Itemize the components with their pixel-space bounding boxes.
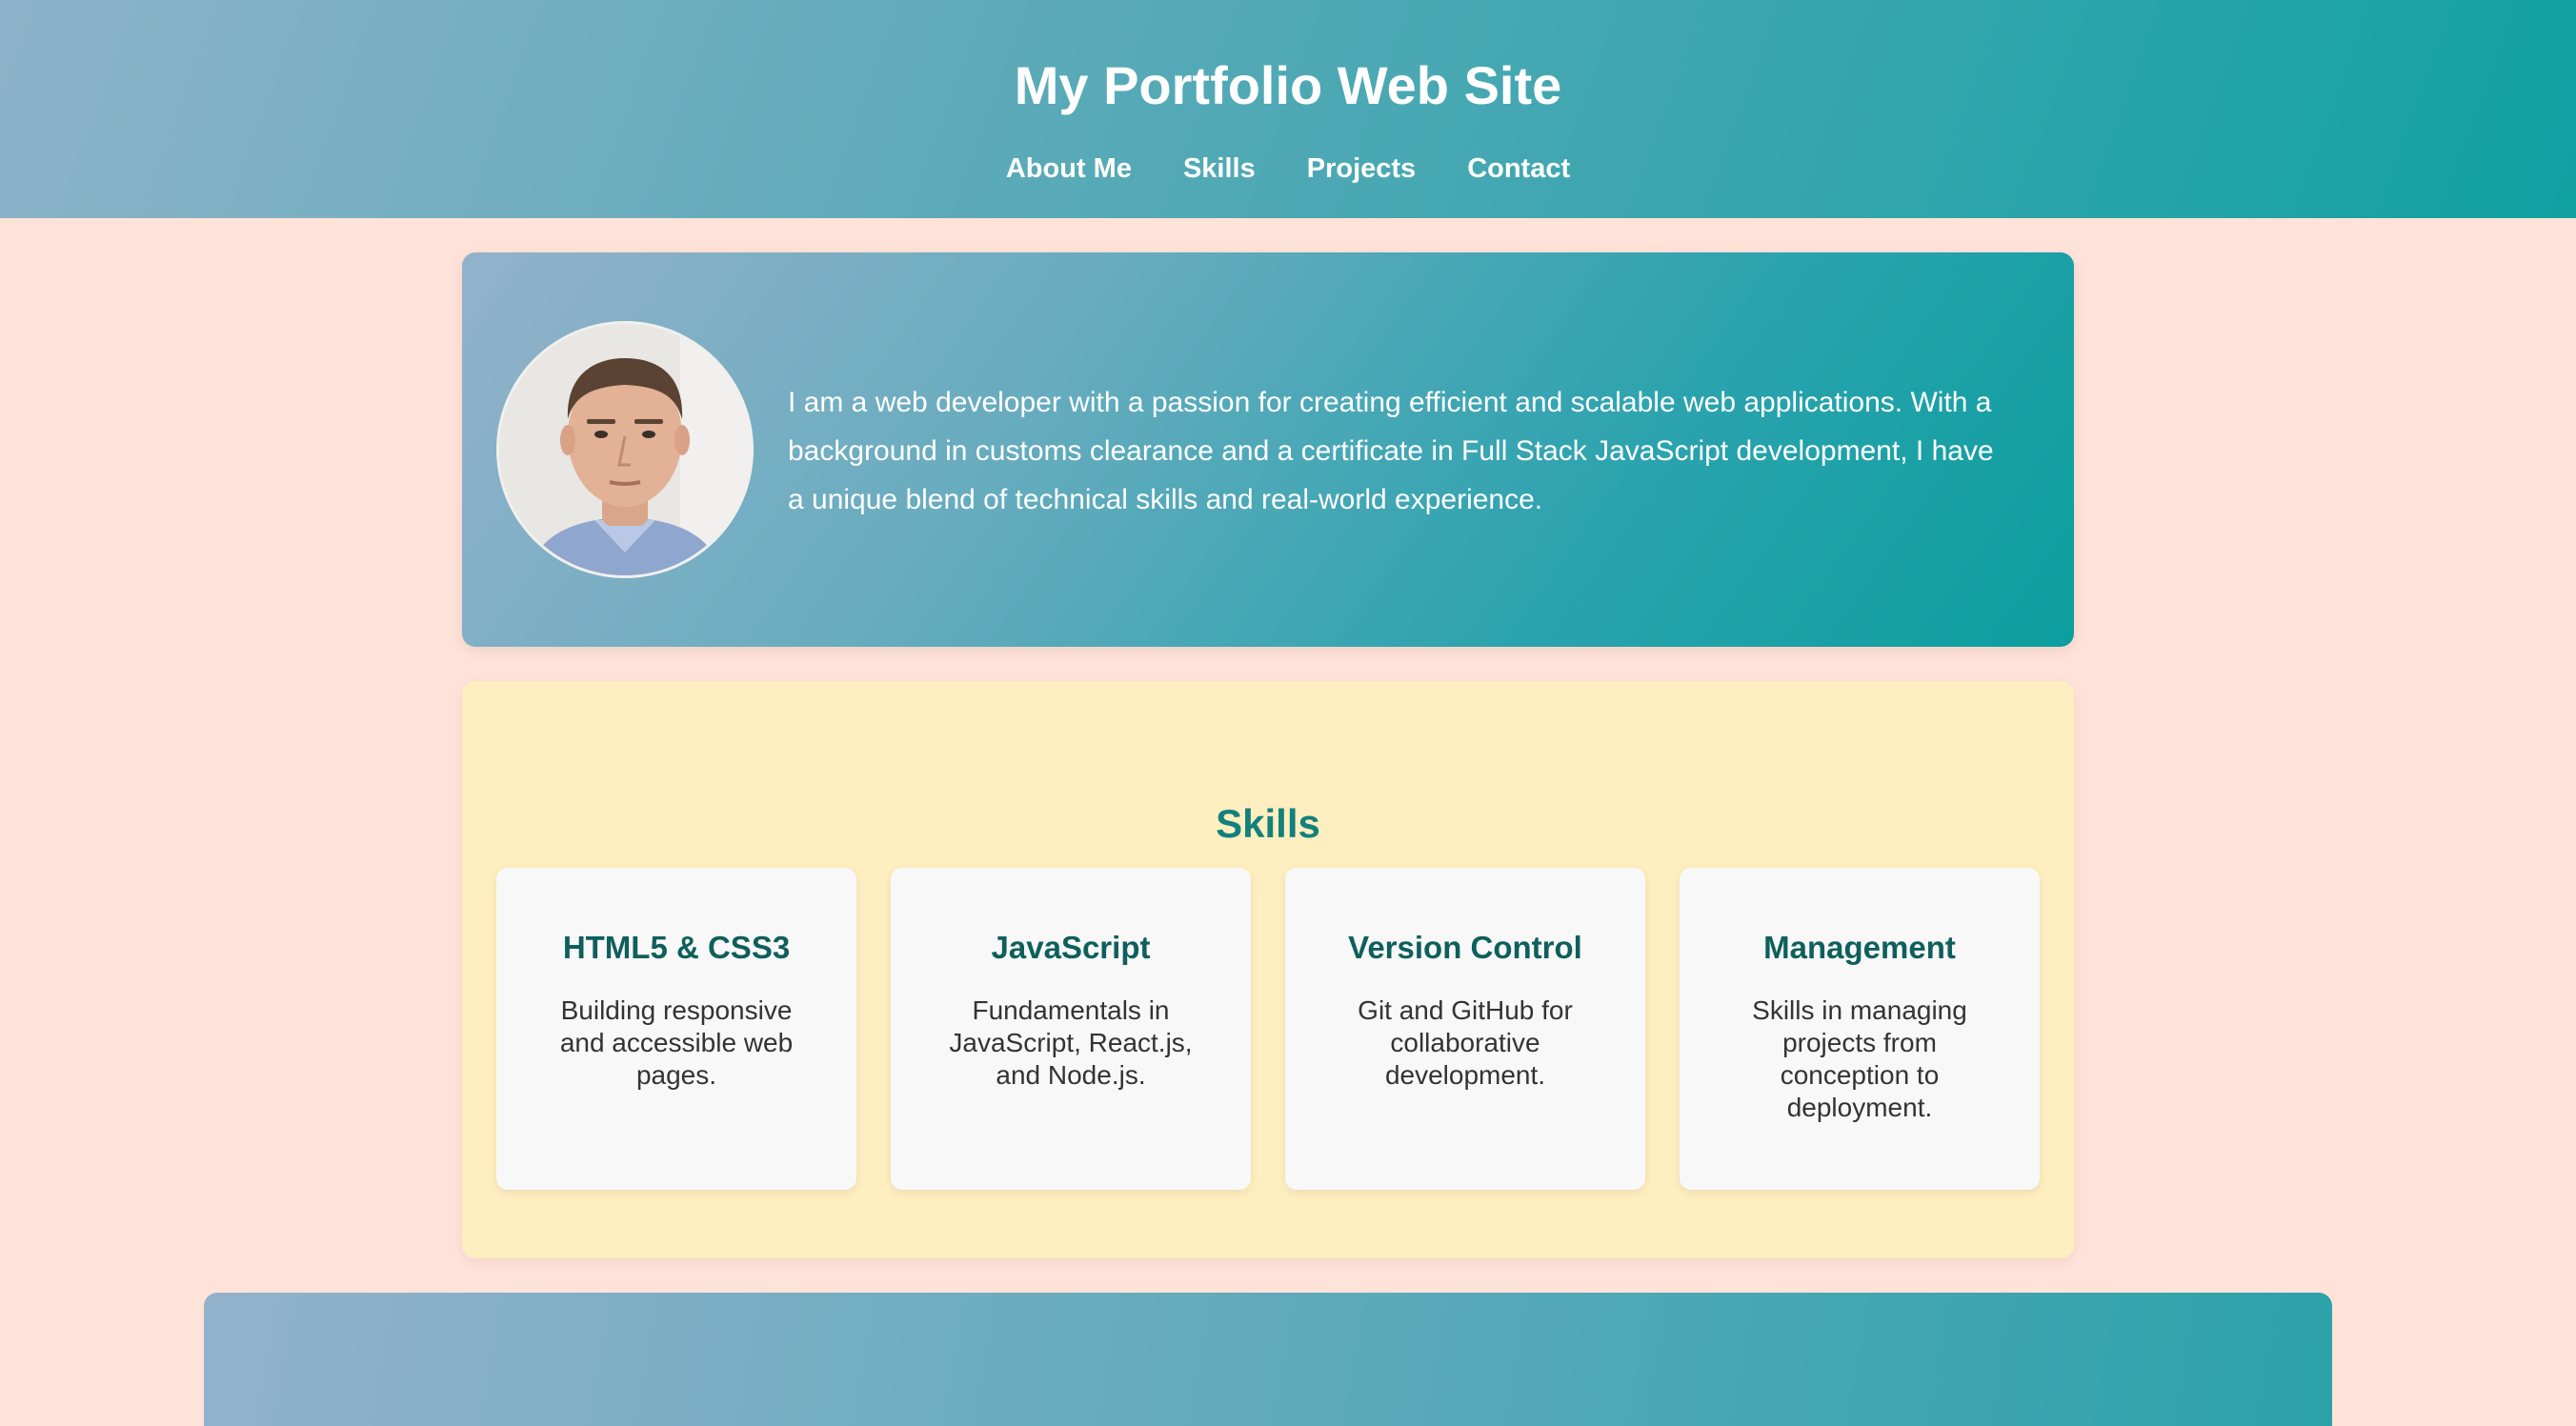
profile-photo-icon [499, 324, 751, 575]
site-title: My Portfolio Web Site [1014, 55, 1562, 115]
about-me-text: I am a web developer with a passion for … [788, 387, 1994, 515]
skill-card-management: Management Skills in managing projects f… [1680, 868, 2040, 1190]
skill-card-description: Git and GitHub for collaborative develop… [1358, 995, 1573, 1090]
skill-card-description: Fundamentals in JavaScript, React.js, an… [949, 995, 1193, 1090]
skills-heading: Skills [1216, 801, 1320, 846]
skill-card-title: JavaScript [991, 930, 1151, 965]
nav-link-about-me[interactable]: About Me [1006, 148, 1132, 190]
about-me-section: I am a web developer with a passion for … [462, 252, 2074, 647]
skill-card-title: Version Control [1348, 930, 1582, 965]
skill-card-title: Management [1763, 930, 1956, 965]
skill-card-title: HTML5 & CSS3 [562, 930, 791, 965]
nav-link-skills[interactable]: Skills [1183, 148, 1256, 190]
nav-link-projects[interactable]: Projects [1307, 148, 1416, 190]
skills-section: Skills HTML5 & CSS3 Building responsive … [462, 681, 2074, 1258]
projects-section [204, 1293, 2332, 1426]
skill-card-version-control: Version Control Git and GitHub for colla… [1285, 868, 1645, 1190]
site-header: My Portfolio Web Site About Me Skills Pr… [0, 0, 2576, 218]
avatar [496, 321, 754, 578]
nav-link-contact[interactable]: Contact [1467, 148, 1570, 190]
skill-card-javascript: JavaScript Fundamentals in JavaScript, R… [891, 868, 1251, 1190]
skill-card-description: Skills in managing projects from concept… [1752, 995, 1967, 1122]
skill-card-html-css: HTML5 & CSS3 Building responsive and acc… [496, 868, 856, 1190]
main-nav: About Me Skills Projects Contact [0, 148, 2576, 190]
skill-card-description: Building responsive and accessible web p… [559, 995, 794, 1090]
